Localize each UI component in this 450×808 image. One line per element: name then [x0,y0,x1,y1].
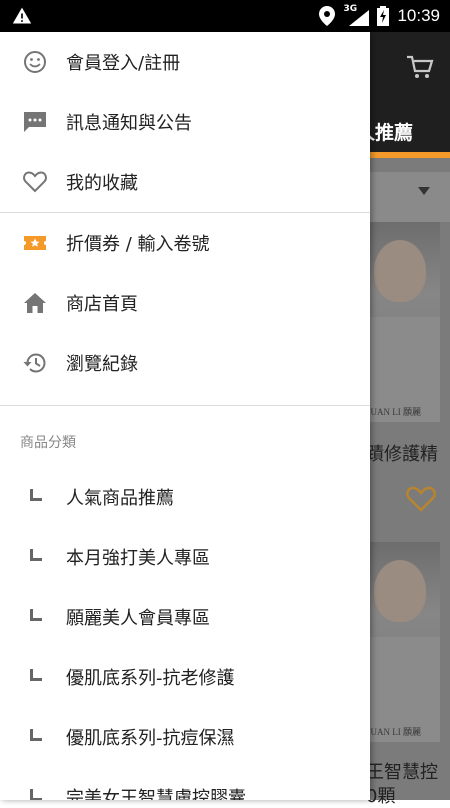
category-header-label: 商品分類 [20,435,76,451]
subitem-icon [30,669,42,681]
category-item[interactable]: 優肌底系列-抗老修護 [0,648,370,708]
category-label: 人氣商品推薦 [66,488,174,509]
warning-icon [12,7,32,24]
menu-label: 會員登入/註冊 [66,53,181,74]
menu-label: 商店首頁 [66,294,138,315]
dropdown-arrow-icon [418,187,430,195]
product-name[interactable]: 王智慧控 [366,758,438,784]
subitem-icon [30,549,42,561]
menu-item-history[interactable]: 瀏覽紀錄 [0,333,370,393]
home-icon [24,293,46,313]
clock: 10:39 [397,6,440,25]
category-section-header: 商品分類 [0,406,370,468]
status-bar: 3G 10:39 [0,0,450,32]
smiley-icon [24,51,46,73]
brand-logo: YUAN LI 願麗 [364,727,421,737]
subitem-icon [30,609,42,621]
category-label: 完美女王智慧膚控膠囊 [66,788,246,800]
subitem-icon [30,789,42,800]
product-name[interactable]: 蹟修護精 [366,440,438,466]
filter-dropdown[interactable] [360,172,450,222]
battery-icon [377,6,390,26]
menu-item-messages[interactable]: 訊息通知與公告 [0,92,370,152]
category-item[interactable]: 優肌底系列-抗痘保濕 [0,708,370,768]
coupon-icon [24,236,46,250]
category-item[interactable]: 人氣商品推薦 [0,468,370,528]
menu-label: 我的收藏 [66,173,138,194]
menu-item-home[interactable]: 商店首頁 [0,273,370,333]
menu-label: 訊息通知與公告 [66,113,192,134]
menu-item-login[interactable]: 會員登入/註冊 [0,32,370,92]
location-icon [319,6,336,26]
product-name-line2: 0顆 [366,786,396,807]
signal-icon: 3G [343,4,370,26]
product-image[interactable]: YUAN LI 願麗 [360,542,440,742]
favorite-heart-icon[interactable] [406,486,436,512]
history-icon [23,353,46,373]
category-item[interactable]: 願麗美人會員專區 [0,588,370,648]
menu-item-favorites[interactable]: 我的收藏 [0,152,370,212]
heart-icon [23,171,47,193]
cart-icon[interactable] [406,54,434,80]
navigation-drawer: 會員登入/註冊 訊息通知與公告 我的收藏 折價券 / 輸入卷號 商店首頁 瀏覽紀… [0,32,370,800]
category-label: 願麗美人會員專區 [66,608,210,629]
category-label: 本月強打美人專區 [66,548,210,569]
menu-item-coupons[interactable]: 折價券 / 輸入卷號 [0,213,370,273]
menu-label: 折價券 / 輸入卷號 [66,234,210,255]
brand-logo: YUAN LI 願麗 [364,407,421,417]
category-label: 優肌底系列-抗老修護 [66,668,235,689]
category-label: 優肌底系列-抗痘保濕 [66,728,235,749]
category-item[interactable]: 本月強打美人專區 [0,528,370,588]
category-item[interactable]: 完美女王智慧膚控膠囊 [0,768,370,800]
subitem-icon [30,729,42,741]
menu-label: 瀏覽紀錄 [66,354,138,375]
message-icon [24,112,46,132]
subitem-icon [30,489,42,501]
product-image[interactable]: YUAN LI 願麗 [360,222,440,422]
